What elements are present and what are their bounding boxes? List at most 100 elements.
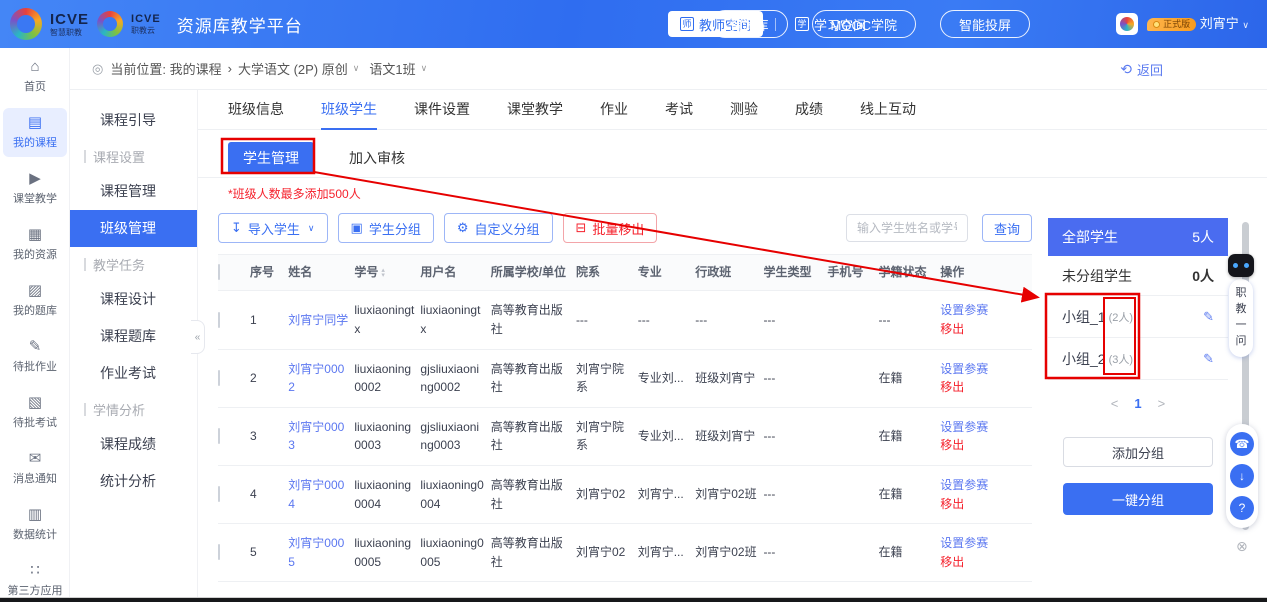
student-name-link[interactable]: 刘宵宁0002 xyxy=(288,362,344,395)
sidebar-item[interactable]: ▤ 我的课程 xyxy=(3,108,67,157)
edit-group-icon[interactable]: ✎ xyxy=(1203,351,1214,367)
cell-major: 专业刘... xyxy=(638,349,696,407)
my-resources-icon: ▦ xyxy=(3,226,67,243)
col-所属学校单位: 所属学校/单位 xyxy=(491,255,576,291)
row-checkbox[interactable] xyxy=(218,312,220,328)
home-icon: ⌂ xyxy=(3,58,67,75)
prev-page-button[interactable]: < xyxy=(1111,396,1119,411)
cell-admin-class: 刘宵宁02班 xyxy=(695,465,763,523)
auto-group-button[interactable]: 一键分组 xyxy=(1063,483,1213,515)
student-name-link[interactable]: 刘宵宁同学 xyxy=(288,313,348,327)
row-checkbox[interactable] xyxy=(218,428,220,444)
sidebar-item[interactable]: ▥ 数据统计 xyxy=(3,500,67,549)
sidebar-item[interactable]: ▦ 我的资源 xyxy=(3,220,67,269)
assistant-widget[interactable]: 职教一问 xyxy=(1228,254,1254,357)
subtab[interactable]: 学生管理 xyxy=(228,142,314,174)
page-number[interactable]: 1 xyxy=(1134,396,1141,411)
next-page-button[interactable]: > xyxy=(1158,396,1166,411)
tab[interactable]: 班级信息 xyxy=(228,90,284,130)
header-link-button[interactable]: 资源库 xyxy=(711,10,788,38)
breadcrumb-my-courses[interactable]: 我的课程 xyxy=(170,59,222,78)
sidebar-item[interactable]: ✎ 待批作业 xyxy=(3,332,67,381)
sidebar-item[interactable]: ▨ 我的题库 xyxy=(3,276,67,325)
remove-link[interactable]: 移出 xyxy=(940,436,1026,455)
col-专业: 专业 xyxy=(638,255,696,291)
select-all-checkbox[interactable] xyxy=(218,264,220,280)
tab[interactable]: 测验 xyxy=(730,90,758,130)
cell-status: 在籍 xyxy=(879,349,941,407)
tab[interactable]: 成绩 xyxy=(795,90,823,130)
course-menu-item[interactable]: 课程成绩 xyxy=(70,426,197,463)
close-floating-icon[interactable]: ⊗ xyxy=(1236,538,1248,555)
breadcrumb-prefix: 当前位置: xyxy=(110,59,166,78)
set-contest-link[interactable]: 设置参赛 xyxy=(940,360,1026,379)
tab[interactable]: 课件设置 xyxy=(414,90,470,130)
import-students-button[interactable]: ↧ 导入学生 ∨ xyxy=(218,213,328,243)
sidebar-item[interactable]: ▶ 课堂教学 xyxy=(3,164,67,213)
batch-remove-button[interactable]: ⊟ 批量移出 xyxy=(563,213,658,243)
course-menu-item[interactable]: 班级管理 xyxy=(70,210,197,247)
group-count: (3人) xyxy=(1109,351,1133,367)
remove-link[interactable]: 移出 xyxy=(940,495,1026,514)
set-contest-link[interactable]: 设置参赛 xyxy=(940,534,1026,553)
sidebar-item[interactable]: ✉ 消息通知 xyxy=(3,444,67,493)
set-contest-link[interactable]: 设置参赛 xyxy=(940,476,1026,495)
course-menu-item[interactable]: 课程引导 xyxy=(70,102,197,139)
cell-status: --- xyxy=(879,291,941,349)
group-row[interactable]: 小组_1 (2人) ✎ xyxy=(1048,296,1228,338)
query-button[interactable]: 查询 xyxy=(982,214,1032,242)
col-操作: 操作 xyxy=(940,255,1032,291)
row-checkbox[interactable] xyxy=(218,544,220,560)
all-students-row[interactable]: 全部学生 5人 xyxy=(1048,218,1228,256)
student-name-link[interactable]: 刘宵宁0003 xyxy=(288,420,344,453)
course-sidebar-section: 课程引导 xyxy=(70,102,197,139)
edit-group-icon[interactable]: ✎ xyxy=(1203,309,1214,325)
cell-phone xyxy=(827,407,878,465)
breadcrumb-class-dropdown[interactable]: 语文1班 xyxy=(369,59,415,78)
header-link-button[interactable]: MOOC学院 xyxy=(812,10,916,38)
download-icon[interactable]: ↓ xyxy=(1230,464,1254,488)
breadcrumb-course-dropdown[interactable]: 大学语文 (2P) 原创 xyxy=(238,59,348,78)
cell-student-id: liuxiaoning0002 xyxy=(354,349,420,407)
support-icon[interactable]: ☎ xyxy=(1230,432,1254,456)
tab[interactable]: 线上互动 xyxy=(860,90,916,130)
group-row[interactable]: 小组_2 (3人) ✎ xyxy=(1048,338,1228,380)
row-checkbox[interactable] xyxy=(218,370,220,386)
set-contest-link[interactable]: 设置参赛 xyxy=(940,301,1026,320)
course-menu-item[interactable]: 作业考试 xyxy=(70,355,197,392)
sort-icon[interactable]: ▴▾ xyxy=(381,268,385,278)
student-name-link[interactable]: 刘宵宁0004 xyxy=(288,478,344,511)
tab[interactable]: 考试 xyxy=(665,90,693,130)
help-icon[interactable]: ? xyxy=(1230,496,1254,520)
tab[interactable]: 作业 xyxy=(600,90,628,130)
remove-link[interactable]: 移出 xyxy=(940,378,1026,397)
add-group-button[interactable]: 添加分组 xyxy=(1063,437,1213,467)
group-name: 小组_2 xyxy=(1062,349,1106,369)
sidebar-item[interactable]: ▧ 待批考试 xyxy=(3,388,67,437)
cell-student-type: --- xyxy=(763,524,827,582)
user-menu[interactable]: 正式版 刘宵宁 ∨ xyxy=(1116,0,1249,48)
sidebar-item[interactable]: ⌂ 首页 xyxy=(3,52,67,101)
sidebar-item[interactable]: ∷ 第三方应用 xyxy=(3,556,67,602)
custom-grouping-button[interactable]: ⚙ 自定义分组 xyxy=(444,213,553,243)
cell-status: 在籍 xyxy=(879,407,941,465)
remove-link[interactable]: 移出 xyxy=(940,553,1026,572)
header-link-button[interactable]: 智能投屏 xyxy=(940,10,1030,38)
course-menu-item[interactable]: 课程管理 xyxy=(70,173,197,210)
ungrouped-students-row[interactable]: 未分组学生 0人 xyxy=(1048,256,1228,296)
set-contest-link[interactable]: 设置参赛 xyxy=(940,418,1026,437)
space-icon: 师 xyxy=(680,17,694,31)
tab[interactable]: 班级学生 xyxy=(321,90,377,130)
back-button[interactable]: ⟲ 返回 xyxy=(1120,48,1163,90)
student-name-link[interactable]: 刘宵宁0005 xyxy=(288,536,344,569)
student-grouping-button[interactable]: ▣ 学生分组 xyxy=(338,213,434,243)
course-menu-item[interactable]: 课程题库 xyxy=(70,318,197,355)
sidebar-collapse-button[interactable]: « xyxy=(191,320,205,354)
course-menu-item[interactable]: 课程设计 xyxy=(70,281,197,318)
subtab[interactable]: 加入审核 xyxy=(334,142,420,174)
row-checkbox[interactable] xyxy=(218,486,220,502)
tab[interactable]: 课堂教学 xyxy=(507,90,563,130)
student-search-input[interactable] xyxy=(846,214,968,242)
remove-link[interactable]: 移出 xyxy=(940,320,1026,339)
course-menu-item[interactable]: 统计分析 xyxy=(70,463,197,500)
